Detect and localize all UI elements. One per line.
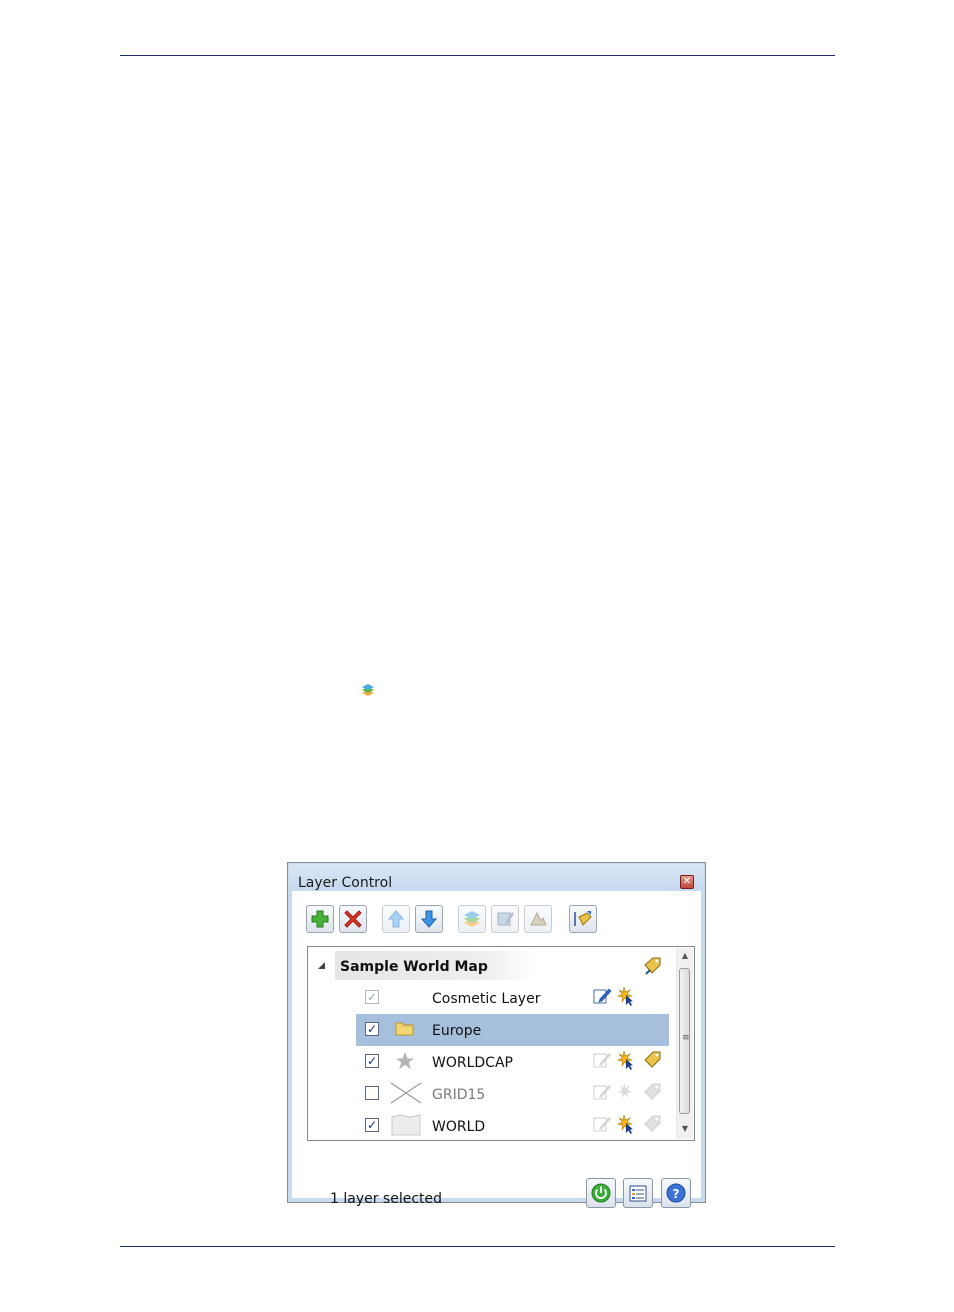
grip-icon: ≡ xyxy=(682,1033,690,1043)
selectable-icon[interactable] xyxy=(616,1082,636,1106)
x-icon xyxy=(344,910,362,928)
layer-name: WORLD xyxy=(432,1119,486,1135)
layer-visibility-checkbox[interactable] xyxy=(365,1086,379,1100)
editable-icon[interactable] xyxy=(592,1082,612,1106)
help-icon: ? xyxy=(666,1183,686,1203)
move-up-button[interactable] xyxy=(382,905,410,933)
root-map-label: Sample World Map xyxy=(340,959,488,975)
remove-layer-button[interactable] xyxy=(339,905,367,933)
layer-visibility-checkbox[interactable]: ✓ xyxy=(365,1054,379,1068)
selectable-icon[interactable] xyxy=(616,1050,636,1074)
footer-rule xyxy=(120,1246,835,1247)
folder-icon xyxy=(394,1018,416,1042)
help-button[interactable]: ? xyxy=(661,1178,691,1208)
layer-tree[interactable]: Sample World Map ✓ Cosmetic Layer ✓ Euro… xyxy=(307,946,695,1141)
power-icon xyxy=(591,1183,611,1203)
options-list-icon xyxy=(629,1185,647,1202)
layer-settings-button[interactable] xyxy=(623,1178,653,1208)
style-button[interactable] xyxy=(491,905,519,933)
layers-icon xyxy=(360,682,376,698)
map-label-icon[interactable] xyxy=(641,955,663,981)
style-icon xyxy=(497,912,514,926)
layer-row-grid15[interactable]: GRID15 xyxy=(356,1078,669,1110)
layer-visibility-checkbox[interactable]: ✓ xyxy=(365,1022,379,1036)
arrow-up-icon xyxy=(387,910,405,928)
theme-icon xyxy=(530,911,547,926)
label-icon[interactable] xyxy=(642,1050,662,1074)
selectable-icon[interactable] xyxy=(616,1114,636,1138)
layer-name: GRID15 xyxy=(432,1087,486,1103)
theme-button[interactable] xyxy=(524,905,552,933)
scroll-thumb[interactable]: ≡ xyxy=(679,968,690,1114)
layer-row-world[interactable]: ✓ WORLD xyxy=(356,1110,669,1140)
arrow-down-icon xyxy=(420,910,438,928)
editable-icon[interactable] xyxy=(592,986,612,1010)
editable-icon[interactable] xyxy=(592,1050,612,1074)
layer-properties-button[interactable] xyxy=(458,905,486,933)
layer-control-dialog: Layer Control ✕ Sample World Map ✓ Cosme… xyxy=(287,862,706,1208)
layer-row-cosmetic[interactable]: ✓ Cosmetic Layer xyxy=(356,982,669,1014)
selectable-icon[interactable] xyxy=(616,986,636,1010)
scroll-up-icon[interactable]: ▲ xyxy=(677,948,693,964)
grid-lines-icon xyxy=(390,1082,422,1108)
add-layer-button[interactable] xyxy=(306,905,334,933)
dialog-title: Layer Control xyxy=(298,875,393,891)
scroll-down-icon[interactable]: ▼ xyxy=(677,1121,693,1137)
visibility-toggle-button[interactable] xyxy=(586,1178,616,1208)
layer-visibility-checkbox[interactable]: ✓ xyxy=(365,1118,379,1132)
label-icon[interactable] xyxy=(642,1114,662,1138)
layer-name: Cosmetic Layer xyxy=(432,991,541,1007)
selection-status: 1 layer selected xyxy=(330,1191,443,1207)
move-down-button[interactable] xyxy=(415,905,443,933)
label-icon[interactable] xyxy=(642,1082,662,1106)
dialog-titlebar[interactable]: Layer Control ✕ xyxy=(289,864,704,891)
layer-row-worldcap[interactable]: ✓ WORLDCAP xyxy=(356,1046,669,1078)
label-button[interactable] xyxy=(569,905,597,933)
vertical-scrollbar[interactable]: ▲ ≡ ▼ xyxy=(676,948,693,1139)
expand-collapse-icon[interactable] xyxy=(318,962,325,969)
star-icon xyxy=(394,1050,416,1076)
header-rule xyxy=(120,55,835,56)
layer-visibility-checkbox[interactable]: ✓ xyxy=(365,990,379,1004)
layer-row-europe[interactable]: ✓ Europe xyxy=(356,1014,669,1046)
layers-icon xyxy=(464,911,480,927)
dialog-body: Sample World Map ✓ Cosmetic Layer ✓ Euro… xyxy=(292,891,701,1208)
close-icon[interactable]: ✕ xyxy=(680,875,694,889)
layer-name: WORLDCAP xyxy=(432,1055,513,1071)
region-icon xyxy=(390,1114,422,1140)
plus-icon xyxy=(311,910,329,928)
tree-root-row[interactable]: Sample World Map xyxy=(309,950,669,980)
editable-icon[interactable] xyxy=(592,1114,612,1138)
layer-name: Europe xyxy=(432,1023,482,1039)
label-icon xyxy=(574,911,592,926)
svg-text:?: ? xyxy=(673,1187,680,1201)
